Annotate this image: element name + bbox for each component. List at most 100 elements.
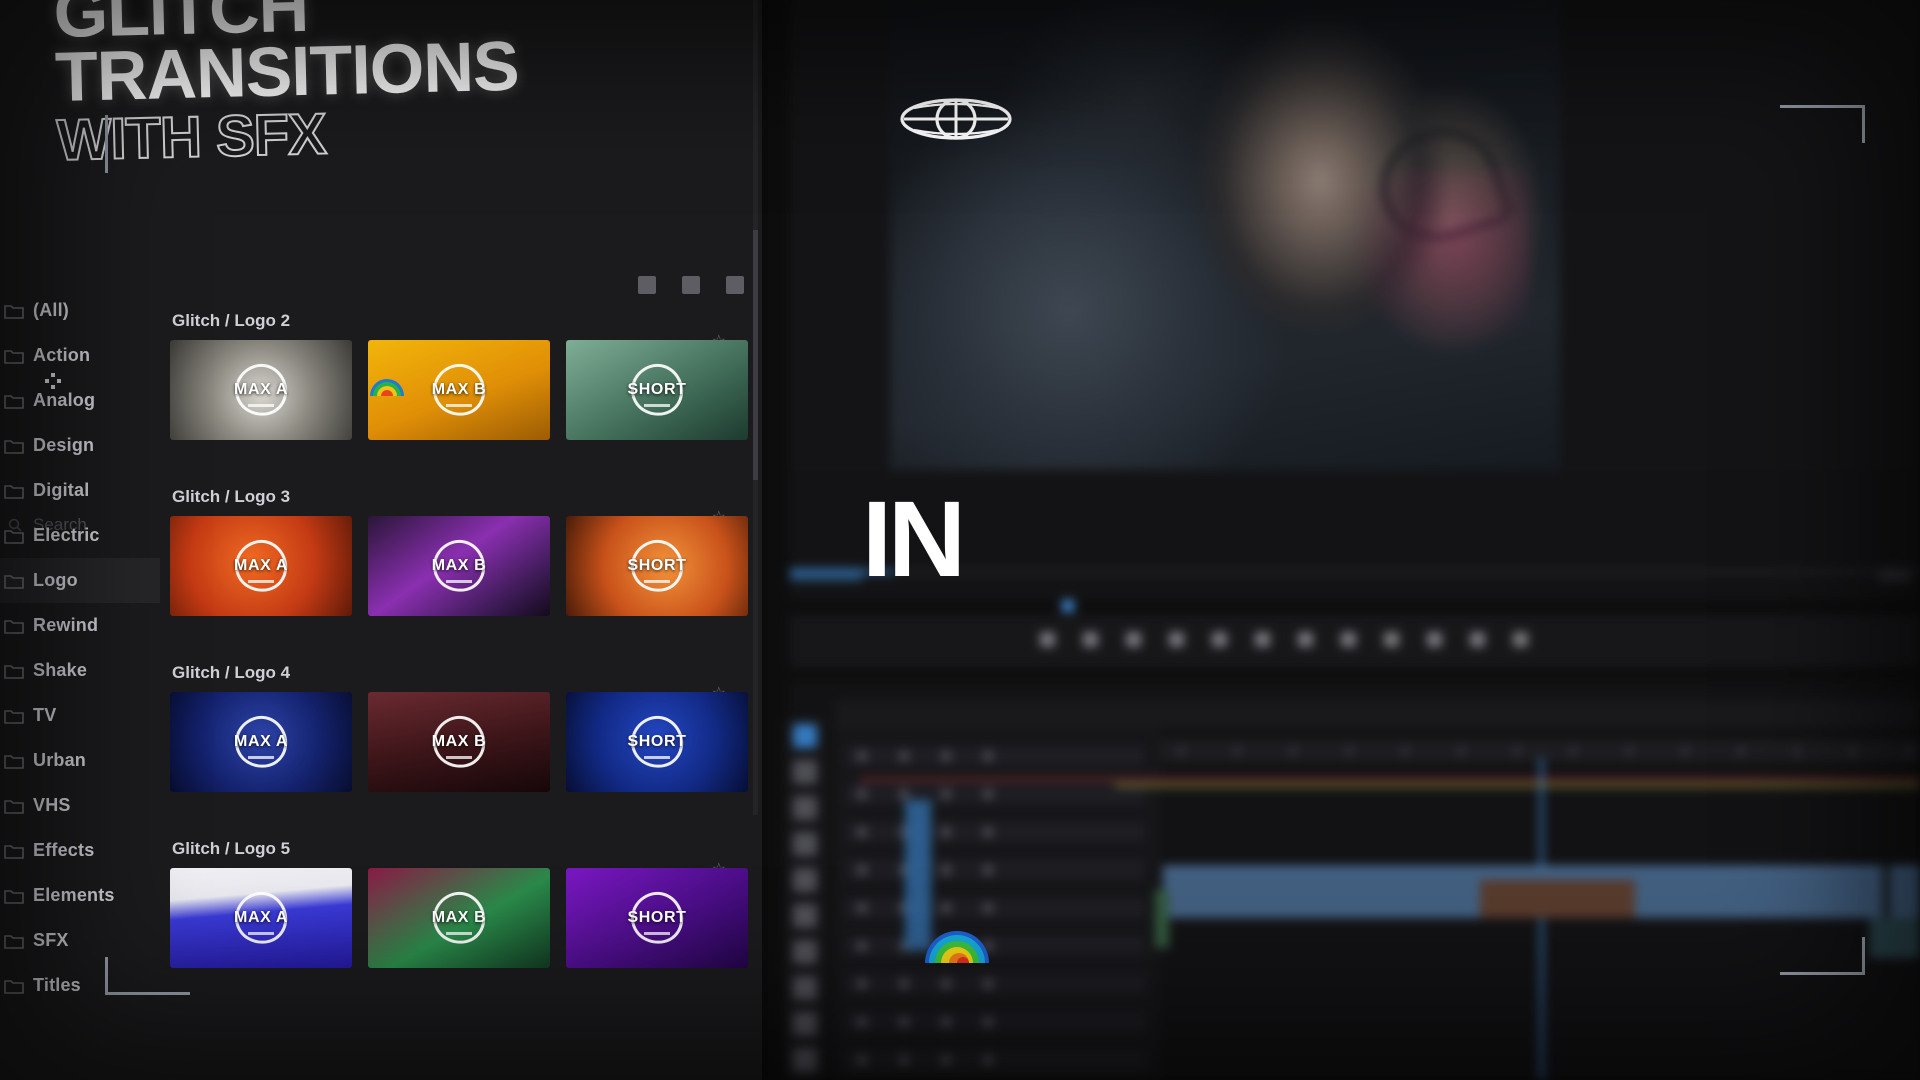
sidebar-item-all[interactable]: (All) — [0, 288, 160, 333]
mark-in-icon[interactable] — [1083, 632, 1098, 647]
track-toggle-icon[interactable] — [983, 751, 993, 761]
ripple-edit-tool-icon[interactable] — [793, 796, 817, 820]
sidebar-item-electric[interactable]: Electric — [0, 513, 160, 558]
go-to-in-icon[interactable] — [1169, 632, 1184, 647]
preset-thumbnail[interactable]: MAX B — [368, 868, 550, 968]
track-toggle-icon[interactable] — [983, 979, 993, 989]
track-toggle-icon[interactable] — [941, 789, 951, 799]
sidebar-item-logo[interactable]: Logo — [0, 558, 160, 603]
monitor-playhead[interactable] — [1062, 600, 1074, 612]
preset-thumbnail[interactable]: SHORT — [566, 692, 748, 792]
timeline-clip[interactable] — [1870, 918, 1920, 958]
razor-tool-icon[interactable] — [793, 904, 817, 928]
track-toggle-icon[interactable] — [941, 979, 951, 989]
track-toggle-icon[interactable] — [857, 941, 867, 951]
preset-thumbnail[interactable]: MAX B — [368, 692, 550, 792]
type-tool-icon[interactable] — [793, 1048, 817, 1072]
track-toggle-icon[interactable] — [983, 1017, 993, 1027]
step-forward-icon[interactable] — [1298, 632, 1313, 647]
preset-thumbnail[interactable]: MAX A — [170, 692, 352, 792]
timeline-track-header[interactable] — [845, 1050, 1145, 1070]
lift-icon[interactable] — [1384, 632, 1399, 647]
sidebar-item-action[interactable]: Action — [0, 333, 160, 378]
track-toggle-icon[interactable] — [899, 1055, 909, 1065]
track-toggle-icon[interactable] — [941, 1055, 951, 1065]
track-toggle-icon[interactable] — [857, 827, 867, 837]
extract-icon[interactable] — [1427, 632, 1442, 647]
preset-thumbnail[interactable]: MAX B — [368, 516, 550, 616]
track-toggle-icon[interactable] — [941, 903, 951, 913]
track-toggle-icon[interactable] — [857, 789, 867, 799]
track-toggle-icon[interactable] — [857, 751, 867, 761]
mark-out-icon[interactable] — [1126, 632, 1141, 647]
folder-icon — [4, 394, 24, 409]
timeline-tab-bar[interactable] — [835, 700, 1920, 728]
play-icon[interactable] — [1255, 632, 1270, 647]
preset-thumbnail[interactable]: MAX A — [170, 868, 352, 968]
sidebar-item-digital[interactable]: Digital — [0, 468, 160, 513]
track-toggle-icon[interactable] — [941, 865, 951, 875]
step-back-icon[interactable] — [1212, 632, 1227, 647]
timeline-clip[interactable] — [1155, 890, 1169, 948]
slip-tool-icon[interactable] — [793, 940, 817, 964]
track-toggle-icon[interactable] — [899, 751, 909, 761]
timeline-track-header[interactable] — [845, 936, 1145, 956]
track-toggle-icon[interactable] — [899, 979, 909, 989]
add-marker-icon[interactable] — [1040, 632, 1055, 647]
track-toggle-icon[interactable] — [857, 865, 867, 875]
track-toggle-icon[interactable] — [983, 1055, 993, 1065]
sidebar-item-urban[interactable]: Urban — [0, 738, 160, 783]
track-toggle-icon[interactable] — [857, 979, 867, 989]
track-toggle-icon[interactable] — [983, 903, 993, 913]
preset-thumbnail[interactable]: MAX A — [170, 516, 352, 616]
grid-scrollbar-thumb[interactable] — [753, 230, 758, 480]
track-toggle-icon[interactable] — [983, 827, 993, 837]
sidebar-item-analog[interactable]: Analog — [0, 378, 160, 423]
timeline-track-header[interactable] — [845, 746, 1145, 766]
sidebar-item-shake[interactable]: Shake — [0, 648, 160, 693]
track-toggle-icon[interactable] — [983, 789, 993, 799]
timeline-track-header[interactable] — [845, 784, 1145, 804]
track-toggle-icon[interactable] — [941, 751, 951, 761]
rolling-edit-tool-icon[interactable] — [793, 832, 817, 856]
preset-thumbnail[interactable]: MAX A — [170, 340, 352, 440]
preset-thumbnail[interactable]: SHORT — [566, 868, 748, 968]
timeline-playhead[interactable] — [1540, 758, 1543, 1080]
pen-tool-icon[interactable] — [793, 1012, 817, 1036]
track-select-tool-icon[interactable] — [793, 760, 817, 784]
track-toggle-icon[interactable] — [857, 1017, 867, 1027]
selection-tool-icon[interactable] — [793, 724, 817, 748]
timeline-track-header[interactable] — [845, 822, 1145, 842]
track-toggle-icon[interactable] — [941, 827, 951, 837]
timeline-clip[interactable] — [1890, 866, 1920, 918]
sidebar-item-elements[interactable]: Elements — [0, 873, 160, 918]
timeline-track-header[interactable] — [845, 974, 1145, 994]
export-frame-icon[interactable] — [1470, 632, 1485, 647]
sidebar-item-vhs[interactable]: VHS — [0, 783, 160, 828]
track-toggle-icon[interactable] — [857, 903, 867, 913]
sidebar-item-effects[interactable]: Effects — [0, 828, 160, 873]
track-toggle-icon[interactable] — [899, 789, 909, 799]
slide-tool-icon[interactable] — [793, 976, 817, 1000]
preset-group: Glitch / Logo 4☆MAX AMAX BSHORT — [160, 663, 762, 792]
settings-icon[interactable] — [1513, 632, 1528, 647]
track-toggle-icon[interactable] — [983, 865, 993, 875]
timeline-track-header[interactable] — [845, 860, 1145, 880]
preset-grid[interactable]: Glitch / Logo 2☆MAX AMAX BSHORTGlitch / … — [160, 265, 762, 1080]
preset-thumbnail[interactable]: SHORT — [566, 340, 748, 440]
timeline-track-header[interactable] — [845, 1012, 1145, 1032]
sidebar-item-rewind[interactable]: Rewind — [0, 603, 160, 648]
timeline-tool-column[interactable] — [785, 718, 825, 1080]
track-toggle-icon[interactable] — [941, 1017, 951, 1027]
preset-thumbnail[interactable]: SHORT — [566, 516, 748, 616]
track-toggle-icon[interactable] — [857, 1055, 867, 1065]
sidebar-item-tv[interactable]: TV — [0, 693, 160, 738]
rate-stretch-tool-icon[interactable] — [793, 868, 817, 892]
timeline-clip[interactable] — [1480, 880, 1635, 918]
go-to-out-icon[interactable] — [1341, 632, 1356, 647]
timeline-track-header[interactable] — [845, 898, 1145, 918]
preset-thumbnail-label: MAX B — [431, 557, 487, 574]
track-toggle-icon[interactable] — [899, 1017, 909, 1027]
monitor-control-bar[interactable] — [790, 615, 1920, 667]
sidebar-item-design[interactable]: Design — [0, 423, 160, 468]
